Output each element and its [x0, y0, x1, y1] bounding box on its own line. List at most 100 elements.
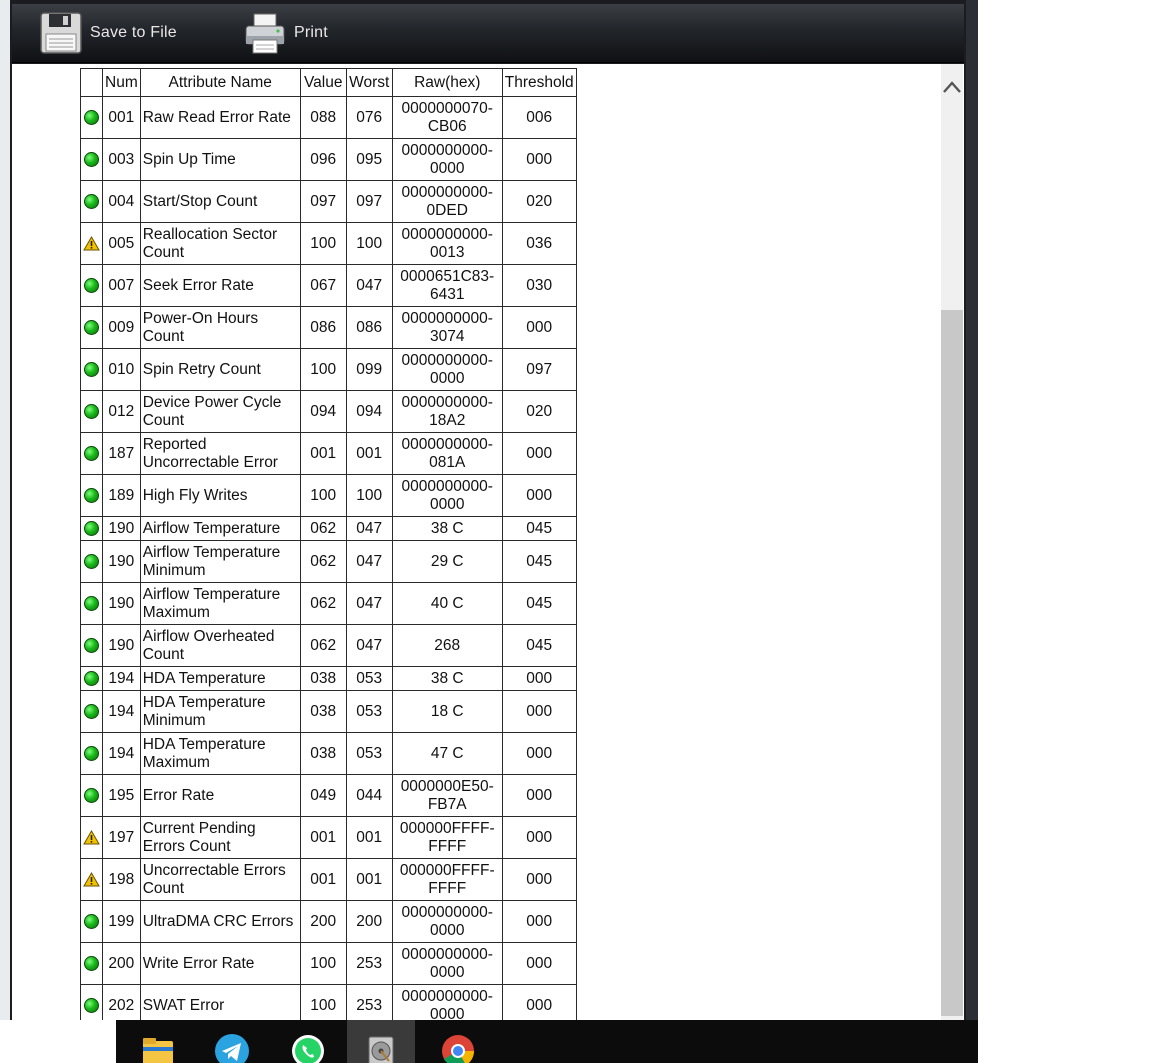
column-header-attribute-name: Attribute Name — [139, 68, 301, 97]
smart-attributes-table: Num Attribute Name Value Worst Raw(hex) … — [80, 68, 577, 1020]
status-ok-icon — [84, 403, 99, 419]
scrollbar-thumb[interactable] — [941, 310, 963, 1016]
value-cell: 062 — [299, 540, 347, 583]
attribute-name-cell: Uncorrectable Errors Count — [139, 858, 301, 901]
raw-hex-cell: 0000000000- 0013 — [391, 222, 503, 265]
threshold-cell: 000 — [501, 138, 577, 181]
raw-hex-cell: 000000FFFF- FFFF — [391, 816, 503, 859]
table-row: 003 Spin Up Time 096 095 0000000000- 0000 000 — [80, 138, 577, 181]
worst-cell: 053 — [345, 732, 393, 775]
file-explorer-icon — [143, 1038, 173, 1063]
toolbar: Save to File Print — [12, 4, 964, 63]
hard-disk-app-icon — [368, 1036, 394, 1063]
num-cell: 194 — [102, 732, 141, 775]
value-cell: 097 — [299, 180, 347, 223]
table-row: 007 Seek Error Rate 067 047 0000651C83- 6431 0… — [80, 264, 577, 307]
threshold-cell: 045 — [501, 582, 577, 625]
status-ok-icon — [84, 487, 99, 503]
value-cell: 049 — [299, 774, 347, 817]
status-cell — [80, 816, 103, 859]
raw-hex-cell: 0000000000- 081A — [391, 432, 503, 475]
print-button[interactable]: Print — [242, 10, 328, 56]
num-cell: 198 — [102, 858, 141, 901]
table-body: 001 Raw Read Error Rate 088 076 0000000070- C… — [80, 96, 577, 1020]
worst-cell: 047 — [345, 582, 393, 625]
table-row: 189 High Fly Writes 100 100 0000000000- 0000 0… — [80, 474, 577, 517]
status-cell — [80, 390, 103, 433]
raw-hex-cell: 38 C — [391, 666, 503, 691]
threshold-cell: 030 — [501, 264, 577, 307]
num-cell: 190 — [102, 516, 141, 541]
worst-cell: 094 — [345, 390, 393, 433]
threshold-cell: 020 — [501, 180, 577, 223]
raw-hex-cell: 0000651C83- 6431 — [391, 264, 503, 307]
status-cell — [80, 222, 103, 265]
chevron-up-icon — [943, 81, 961, 93]
status-ok-icon — [84, 637, 99, 653]
taskbar-item-disk-utility[interactable] — [347, 1020, 415, 1063]
save-to-file-button[interactable]: Save to File — [38, 10, 177, 56]
taskbar-item-chrome[interactable] — [424, 1020, 492, 1063]
threshold-cell: 000 — [501, 306, 577, 349]
status-cell — [80, 348, 103, 391]
telegram-icon — [215, 1034, 249, 1063]
status-ok-icon — [84, 319, 99, 335]
status-cell — [80, 624, 103, 667]
num-cell: 199 — [102, 900, 141, 943]
taskbar-item-whatsapp[interactable] — [274, 1020, 342, 1063]
status-cell — [80, 540, 103, 583]
print-label: Print — [294, 24, 328, 41]
taskbar-item-file-explorer[interactable] — [124, 1020, 192, 1063]
threshold-cell: 006 — [501, 96, 577, 139]
num-cell: 001 — [102, 96, 141, 139]
num-cell: 195 — [102, 774, 141, 817]
worst-cell: 076 — [345, 96, 393, 139]
num-cell: 200 — [102, 942, 141, 985]
value-cell: 062 — [299, 624, 347, 667]
warning-icon — [83, 871, 100, 887]
desktop-background-left — [0, 0, 10, 1020]
attribute-name-cell: Spin Up Time — [139, 138, 301, 181]
table-row: 202 SWAT Error 100 253 0000000000- 0000 000 — [80, 984, 577, 1020]
status-ok-icon — [84, 553, 99, 569]
status-cell — [80, 264, 103, 307]
worst-cell: 001 — [345, 816, 393, 859]
worst-cell: 097 — [345, 180, 393, 223]
floppy-disk-icon — [40, 12, 82, 54]
raw-hex-cell: 0000000000- 0000 — [391, 900, 503, 943]
value-cell: 094 — [299, 390, 347, 433]
threshold-cell: 000 — [501, 474, 577, 517]
worst-cell: 099 — [345, 348, 393, 391]
chrome-icon — [442, 1035, 475, 1063]
status-cell — [80, 666, 103, 691]
scroll-up-button[interactable] — [941, 72, 963, 102]
value-cell: 100 — [299, 984, 347, 1020]
threshold-cell: 000 — [501, 858, 577, 901]
status-cell — [80, 180, 103, 223]
raw-hex-cell: 0000000000- 18A2 — [391, 390, 503, 433]
attribute-name-cell: Raw Read Error Rate — [139, 96, 301, 139]
attribute-name-cell: Airflow Overheated Count — [139, 624, 301, 667]
attribute-name-cell: Device Power Cycle Count — [139, 390, 301, 433]
table-row: 010 Spin Retry Count 100 099 0000000000- 0000… — [80, 348, 577, 391]
table-row: 197 Current Pending Errors Count 001 001 0000… — [80, 816, 577, 859]
printer-icon — [245, 13, 285, 54]
vertical-scrollbar[interactable] — [941, 64, 963, 1020]
worst-cell: 253 — [345, 942, 393, 985]
smart-report-window: Save to File Print Num Attribute Name Va… — [10, 0, 966, 1020]
attribute-name-cell: Current Pending Errors Count — [139, 816, 301, 859]
status-cell — [80, 942, 103, 985]
attribute-name-cell: Airflow Temperature — [139, 516, 301, 541]
table-header-row: Num Attribute Name Value Worst Raw(hex) … — [80, 68, 577, 97]
taskbar-apps-area — [116, 1020, 978, 1063]
table-row: 190 Airflow Temperature 062 047 38 C 045 — [80, 516, 577, 541]
num-cell: 005 — [102, 222, 141, 265]
attribute-name-cell: Airflow Temperature Minimum — [139, 540, 301, 583]
status-ok-icon — [84, 361, 99, 377]
worst-cell: 047 — [345, 264, 393, 307]
threshold-cell: 000 — [501, 900, 577, 943]
num-cell: 187 — [102, 432, 141, 475]
raw-hex-cell: 0000000000- 0000 — [391, 348, 503, 391]
attribute-name-cell: HDA Temperature — [139, 666, 301, 691]
taskbar-item-telegram[interactable] — [198, 1020, 266, 1063]
